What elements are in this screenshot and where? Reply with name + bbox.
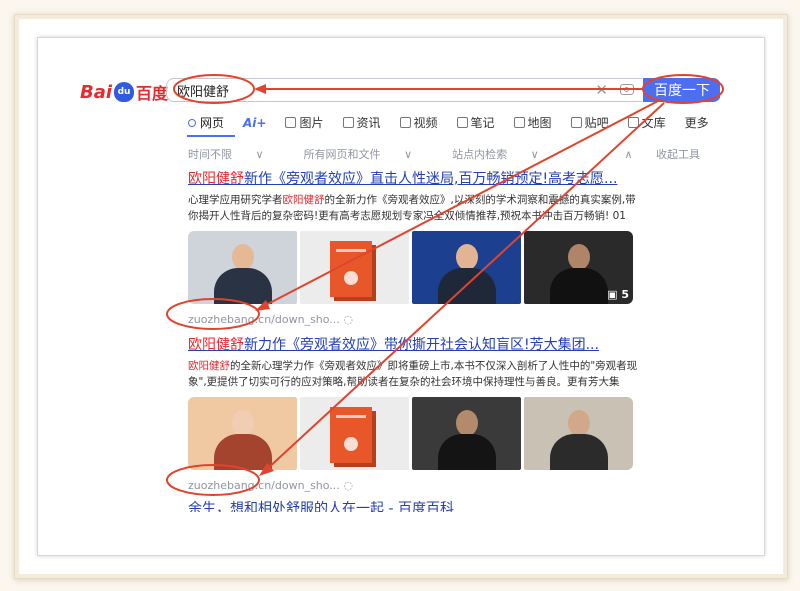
annotation-overlay (166, 74, 724, 496)
annotation-ellipse (166, 464, 260, 496)
arrowhead (255, 300, 270, 311)
arrowhead (254, 84, 266, 94)
annotation-ellipse (642, 74, 724, 104)
annotation-ellipse (166, 298, 260, 330)
annotation-arrow (261, 100, 659, 308)
annotation-ellipse (173, 74, 255, 104)
annotation-arrow (265, 102, 665, 471)
